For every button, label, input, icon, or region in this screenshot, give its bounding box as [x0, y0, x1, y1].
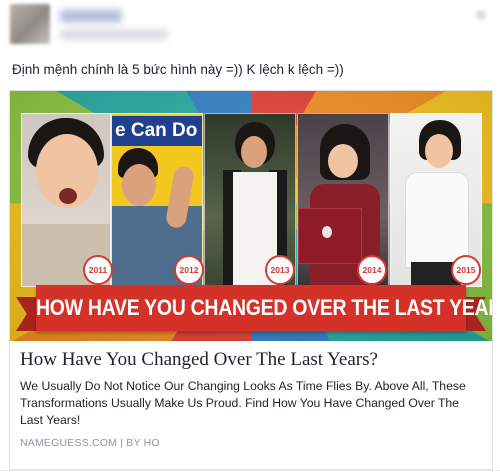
- link-description: We Usually Do Not Notice Our Changing Lo…: [20, 379, 466, 427]
- link-title[interactable]: How Have You Changed Over The Last Years…: [20, 349, 378, 371]
- post-time-blurred[interactable]: [60, 30, 168, 39]
- year-badge: 2012: [174, 255, 204, 285]
- author-name-blurred[interactable]: [60, 10, 122, 22]
- divider: [0, 470, 500, 471]
- post-header: [0, 0, 500, 58]
- link-source: NAMEGUESS.COM | BY HO: [20, 437, 160, 449]
- year-badge: 2011: [83, 255, 113, 285]
- year-badge: 2015: [451, 255, 481, 285]
- year-badge: 2014: [357, 255, 387, 285]
- link-preview-image[interactable]: e Can Do I 2011 2012 2013 2014 2015 HOW …: [10, 91, 492, 341]
- banner-ribbon-text: HOW HAVE YOU CHANGED OVER THE LAST YEARS…: [36, 285, 492, 331]
- post-status-text: Định mệnh chính là 5 bức hình này =)) K …: [12, 62, 344, 77]
- avatar[interactable]: [10, 4, 50, 44]
- year-badge: 2013: [265, 255, 295, 285]
- link-preview-card[interactable]: e Can Do I 2011 2012 2013 2014 2015 HOW …: [9, 90, 493, 470]
- options-chevron-icon[interactable]: [476, 10, 486, 20]
- poster-sign-text: e Can Do I: [112, 116, 202, 146]
- apple-logo-icon: [322, 226, 332, 238]
